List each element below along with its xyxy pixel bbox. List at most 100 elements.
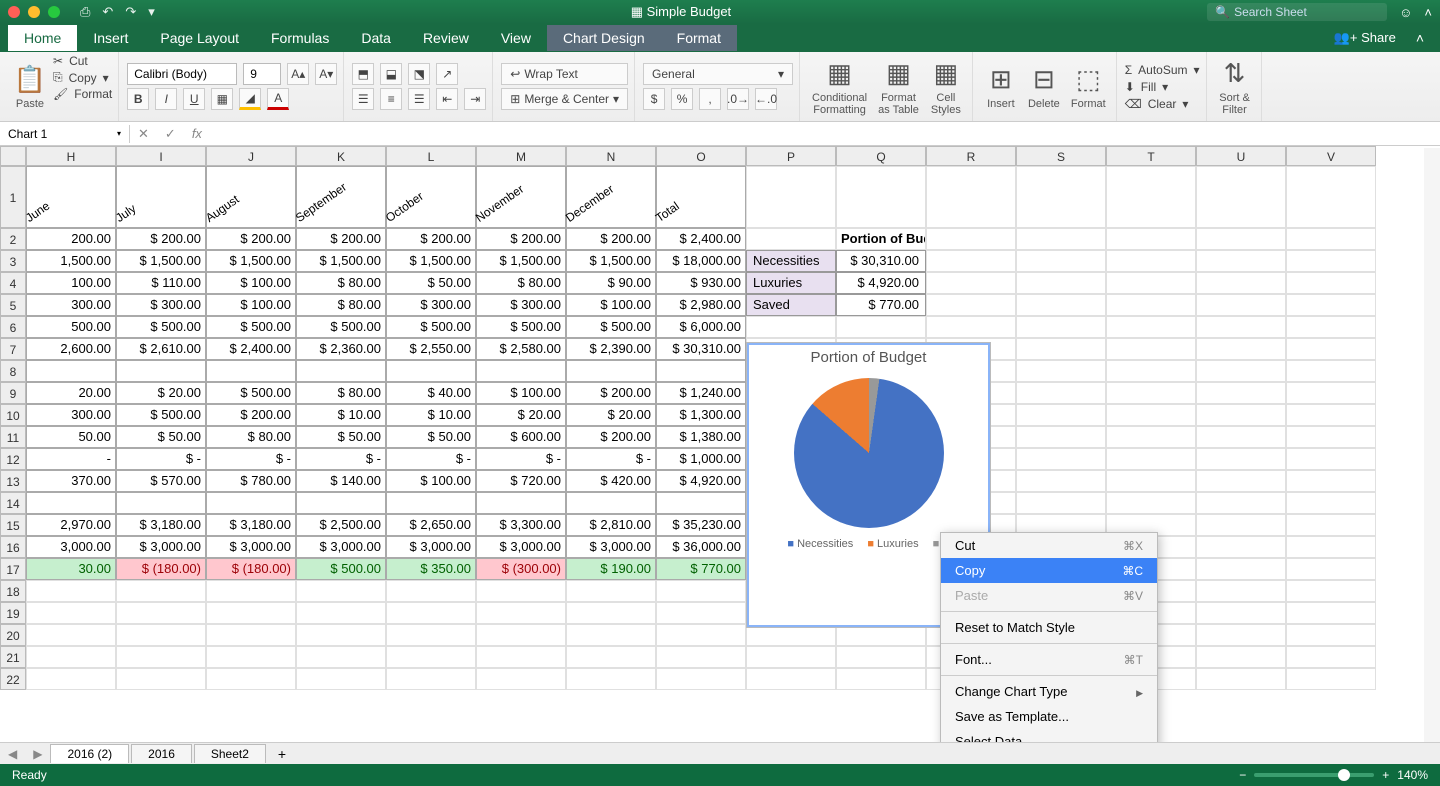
cell[interactable] <box>1106 228 1196 250</box>
cell[interactable] <box>296 360 386 382</box>
cell[interactable]: $ 100.00 <box>206 294 296 316</box>
cell[interactable]: $ 500.00 <box>386 316 476 338</box>
cell[interactable]: $ 570.00 <box>116 470 206 492</box>
cell-styles-button[interactable]: ▦Cell Styles <box>926 54 966 119</box>
cell[interactable]: $ 200.00 <box>476 228 566 250</box>
row-header[interactable]: 14 <box>0 492 26 514</box>
cell[interactable] <box>1196 580 1286 602</box>
cell[interactable] <box>296 492 386 514</box>
cell[interactable]: $ 200.00 <box>296 228 386 250</box>
name-box[interactable]: Chart 1▾ <box>0 125 130 143</box>
cell[interactable] <box>206 492 296 514</box>
cell[interactable] <box>1286 470 1376 492</box>
cell[interactable] <box>746 668 836 690</box>
border-button[interactable]: ▦ <box>211 88 233 110</box>
cell[interactable] <box>1286 514 1376 536</box>
cell[interactable] <box>566 602 656 624</box>
row-header[interactable]: 3 <box>0 250 26 272</box>
cell[interactable] <box>386 602 476 624</box>
cell[interactable] <box>1196 536 1286 558</box>
cell[interactable] <box>656 360 746 382</box>
cell[interactable] <box>926 250 1016 272</box>
context-menu-item[interactable]: Cut⌘X <box>941 533 1157 558</box>
cell[interactable]: $ 3,000.00 <box>116 536 206 558</box>
sheet-tab-2016-2[interactable]: 2016 (2) <box>50 744 129 763</box>
cell[interactable] <box>1196 404 1286 426</box>
cell[interactable] <box>1016 448 1106 470</box>
cell[interactable]: $ 18,000.00 <box>656 250 746 272</box>
cell[interactable] <box>1106 316 1196 338</box>
fill-color-button[interactable]: ◢ <box>239 88 261 110</box>
cell[interactable] <box>1106 492 1196 514</box>
cell[interactable] <box>926 316 1016 338</box>
cell[interactable] <box>386 646 476 668</box>
cell[interactable]: $ 300.00 <box>116 294 206 316</box>
cell[interactable]: Necessities <box>746 250 836 272</box>
cell[interactable] <box>1106 338 1196 360</box>
column-header[interactable]: O <box>656 146 746 166</box>
cell[interactable]: $ 1,500.00 <box>296 250 386 272</box>
cell[interactable] <box>386 360 476 382</box>
align-bottom-icon[interactable]: ⬔ <box>408 63 430 85</box>
cell[interactable]: $ (180.00) <box>116 558 206 580</box>
cell[interactable]: $ 50.00 <box>296 426 386 448</box>
cell[interactable]: $ 2,980.00 <box>656 294 746 316</box>
context-menu-item[interactable]: Copy⌘C <box>941 558 1157 583</box>
formula-input[interactable] <box>210 132 1440 136</box>
row-header[interactable]: 17 <box>0 558 26 580</box>
cell[interactable]: $ 500.00 <box>566 316 656 338</box>
cell[interactable] <box>1016 382 1106 404</box>
cell[interactable] <box>476 668 566 690</box>
cell[interactable] <box>476 492 566 514</box>
column-header[interactable]: U <box>1196 146 1286 166</box>
month-header[interactable]: December <box>566 166 656 228</box>
cell[interactable]: $ 80.00 <box>296 294 386 316</box>
cell[interactable]: $ 600.00 <box>476 426 566 448</box>
cell[interactable]: $ 50.00 <box>386 426 476 448</box>
cell[interactable]: 300.00 <box>26 404 116 426</box>
window-close-icon[interactable] <box>8 6 20 18</box>
cell[interactable]: $ 1,500.00 <box>116 250 206 272</box>
row-header[interactable]: 6 <box>0 316 26 338</box>
cell[interactable]: $ 2,810.00 <box>566 514 656 536</box>
format-as-table-button[interactable]: ▦Format as Table <box>874 54 923 119</box>
cell[interactable] <box>206 646 296 668</box>
cell[interactable]: $ 420.00 <box>566 470 656 492</box>
decrease-font-icon[interactable]: A▾ <box>315 63 337 85</box>
row-header[interactable]: 21 <box>0 646 26 668</box>
cell[interactable]: $ 1,500.00 <box>566 250 656 272</box>
column-header[interactable]: I <box>116 146 206 166</box>
cell[interactable] <box>926 272 1016 294</box>
month-header[interactable]: July <box>116 166 206 228</box>
cell[interactable]: $ 20.00 <box>476 404 566 426</box>
cell[interactable] <box>1286 426 1376 448</box>
cell[interactable]: $ 200.00 <box>566 228 656 250</box>
orientation-icon[interactable]: ↗ <box>436 63 458 85</box>
cell[interactable] <box>1106 272 1196 294</box>
cell[interactable]: $ 80.00 <box>206 426 296 448</box>
cell[interactable]: $ 300.00 <box>386 294 476 316</box>
cell[interactable] <box>476 360 566 382</box>
increase-font-icon[interactable]: A▴ <box>287 63 309 85</box>
add-sheet-button[interactable]: + <box>268 746 296 762</box>
cell[interactable] <box>1106 426 1196 448</box>
cell[interactable]: $ 100.00 <box>206 272 296 294</box>
cell[interactable]: $ 770.00 <box>656 558 746 580</box>
cell[interactable] <box>1016 404 1106 426</box>
cell[interactable] <box>566 492 656 514</box>
cell[interactable] <box>26 668 116 690</box>
cell[interactable] <box>1196 514 1286 536</box>
cell[interactable] <box>1286 492 1376 514</box>
row-header[interactable]: 15 <box>0 514 26 536</box>
cell[interactable]: $ 720.00 <box>476 470 566 492</box>
sheet-tab-sheet2[interactable]: Sheet2 <box>194 744 266 763</box>
row-header[interactable]: 7 <box>0 338 26 360</box>
cell[interactable]: - <box>26 448 116 470</box>
cell[interactable] <box>1106 404 1196 426</box>
merge-center-button[interactable]: ⊞ Merge & Center ▾ <box>501 88 628 110</box>
share-button[interactable]: 👥+ Share <box>1322 25 1408 51</box>
select-all-corner[interactable] <box>0 146 26 166</box>
vertical-scrollbar[interactable] <box>1424 148 1440 742</box>
cell[interactable]: $ - <box>206 448 296 470</box>
column-header[interactable]: S <box>1016 146 1106 166</box>
